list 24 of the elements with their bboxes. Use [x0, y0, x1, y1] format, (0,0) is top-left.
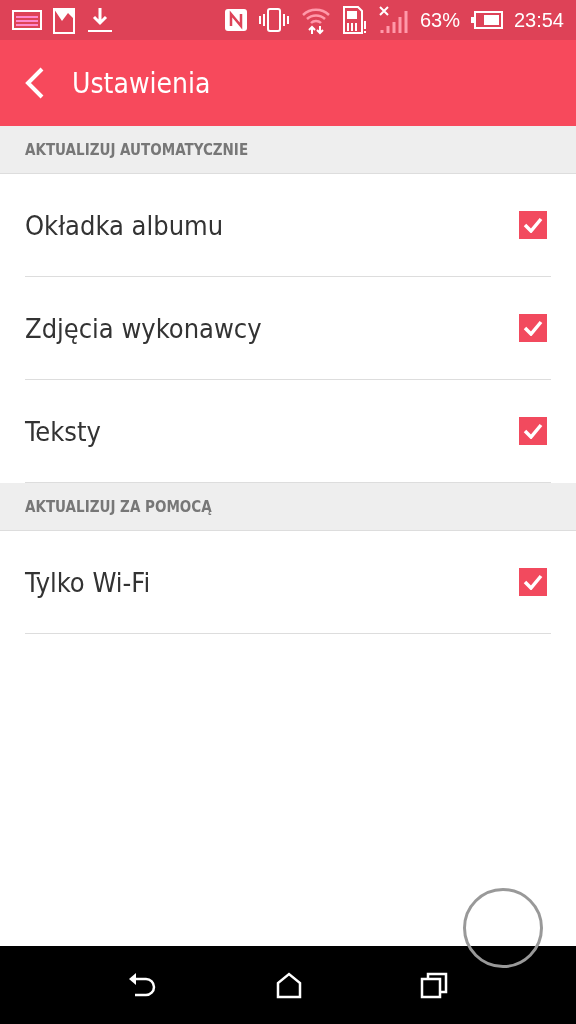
screen-title: Ustawienia: [72, 66, 211, 100]
setting-label: Okładka albumu: [25, 209, 224, 241]
checkbox[interactable]: [519, 314, 547, 342]
section-header: AKTUALIZUJ AUTOMATYCZNIE: [25, 140, 249, 159]
battery-percentage: 63%: [419, 8, 460, 32]
recent-apps-icon[interactable]: [419, 971, 448, 999]
home-icon[interactable]: [275, 971, 303, 999]
image-icon: [12, 9, 42, 31]
sim-card-icon: [341, 5, 368, 35]
download-icon: [86, 6, 114, 34]
picture-icon: [52, 5, 76, 35]
no-signal-icon: [377, 5, 410, 35]
checkbox[interactable]: [519, 417, 547, 445]
checkbox[interactable]: [519, 568, 547, 596]
clock: 23:54: [513, 8, 564, 32]
circle-overlay-icon: [463, 888, 543, 968]
battery-icon: [469, 10, 504, 30]
setting-label: Teksty: [25, 415, 101, 447]
checkbox[interactable]: [519, 211, 547, 239]
setting-label: Tylko Wi-Fi: [25, 566, 151, 598]
setting-label: Zdjęcia wykonawcy: [25, 312, 262, 344]
nfc-icon: [223, 8, 248, 32]
section-header: AKTUALIZUJ ZA POMOCĄ: [25, 497, 212, 516]
vibrate-icon: [257, 7, 290, 33]
